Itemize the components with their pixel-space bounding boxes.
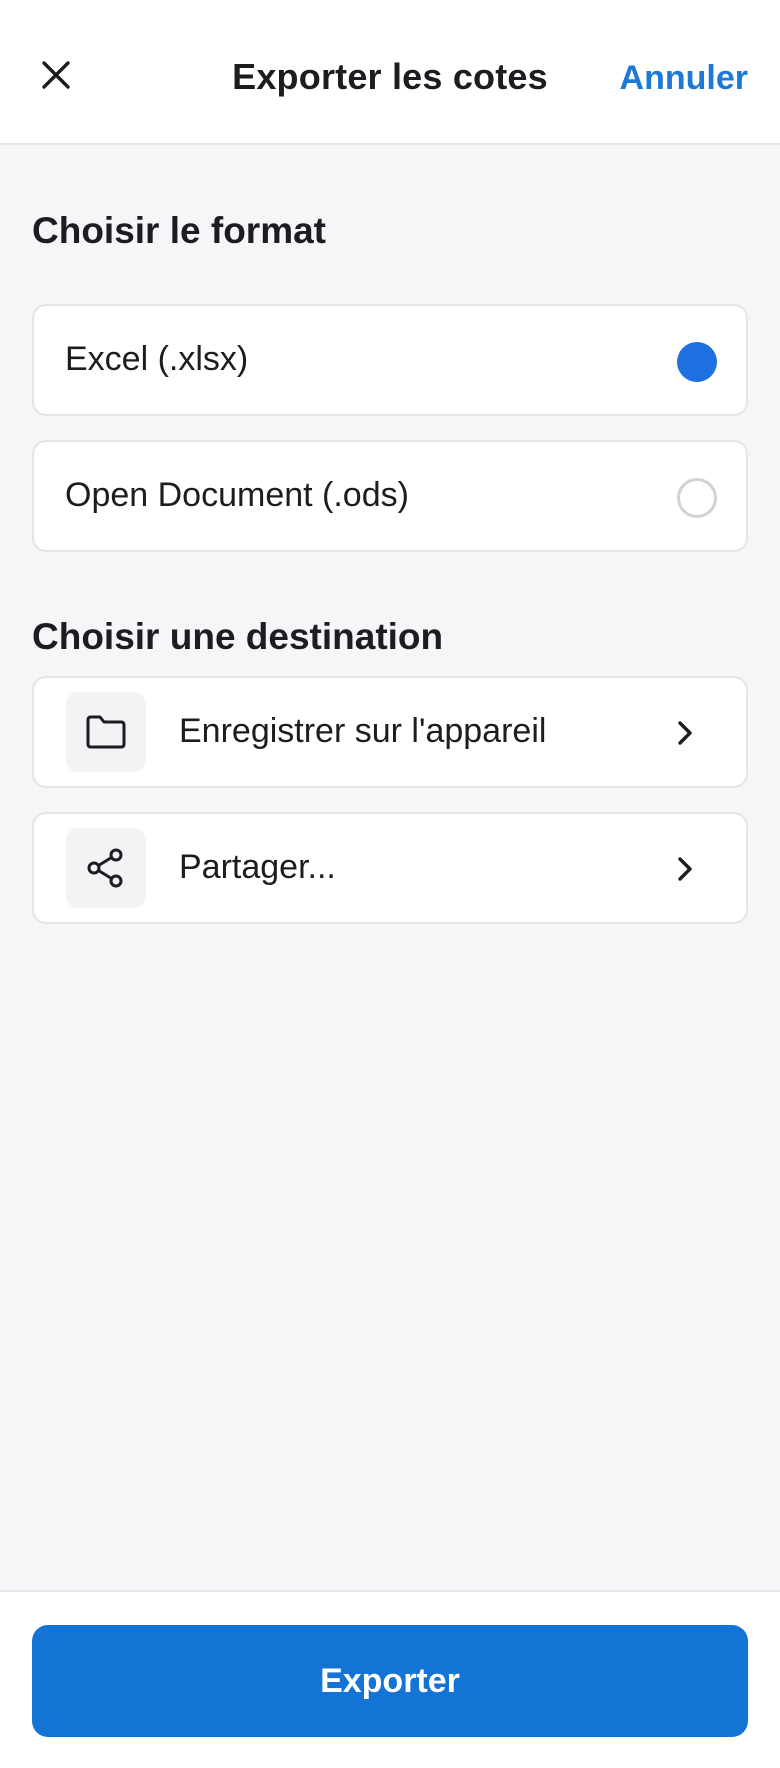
format-option-label: Excel (.xlsx): [65, 340, 249, 378]
radio-selected[interactable]: [677, 342, 717, 382]
header: Exporter les cotes Annuler: [0, 0, 780, 145]
destination-label: Enregistrer sur l'appareil: [179, 712, 547, 750]
format-section-title: Choisir le format: [32, 210, 326, 251]
format-option-ods[interactable]: Open Document (.ods): [32, 440, 748, 552]
format-option-label: Open Document (.ods): [65, 476, 409, 514]
cancel-button[interactable]: Annuler: [620, 59, 748, 98]
format-option-xlsx[interactable]: Excel (.xlsx): [32, 304, 748, 416]
chevron-right-icon: [670, 854, 700, 884]
destination-label: Partager...: [179, 848, 336, 886]
destination-share[interactable]: Partager...: [32, 812, 748, 924]
destination-save-device[interactable]: Enregistrer sur l'appareil: [32, 676, 748, 788]
export-button[interactable]: Exporter: [32, 1625, 748, 1737]
chevron-right-icon: [670, 718, 700, 748]
folder-icon: [66, 692, 146, 772]
destination-section-title: Choisir une destination: [32, 616, 444, 657]
footer: Exporter: [0, 1590, 780, 1768]
radio-unselected[interactable]: [677, 478, 717, 518]
share-icon: [66, 828, 146, 908]
